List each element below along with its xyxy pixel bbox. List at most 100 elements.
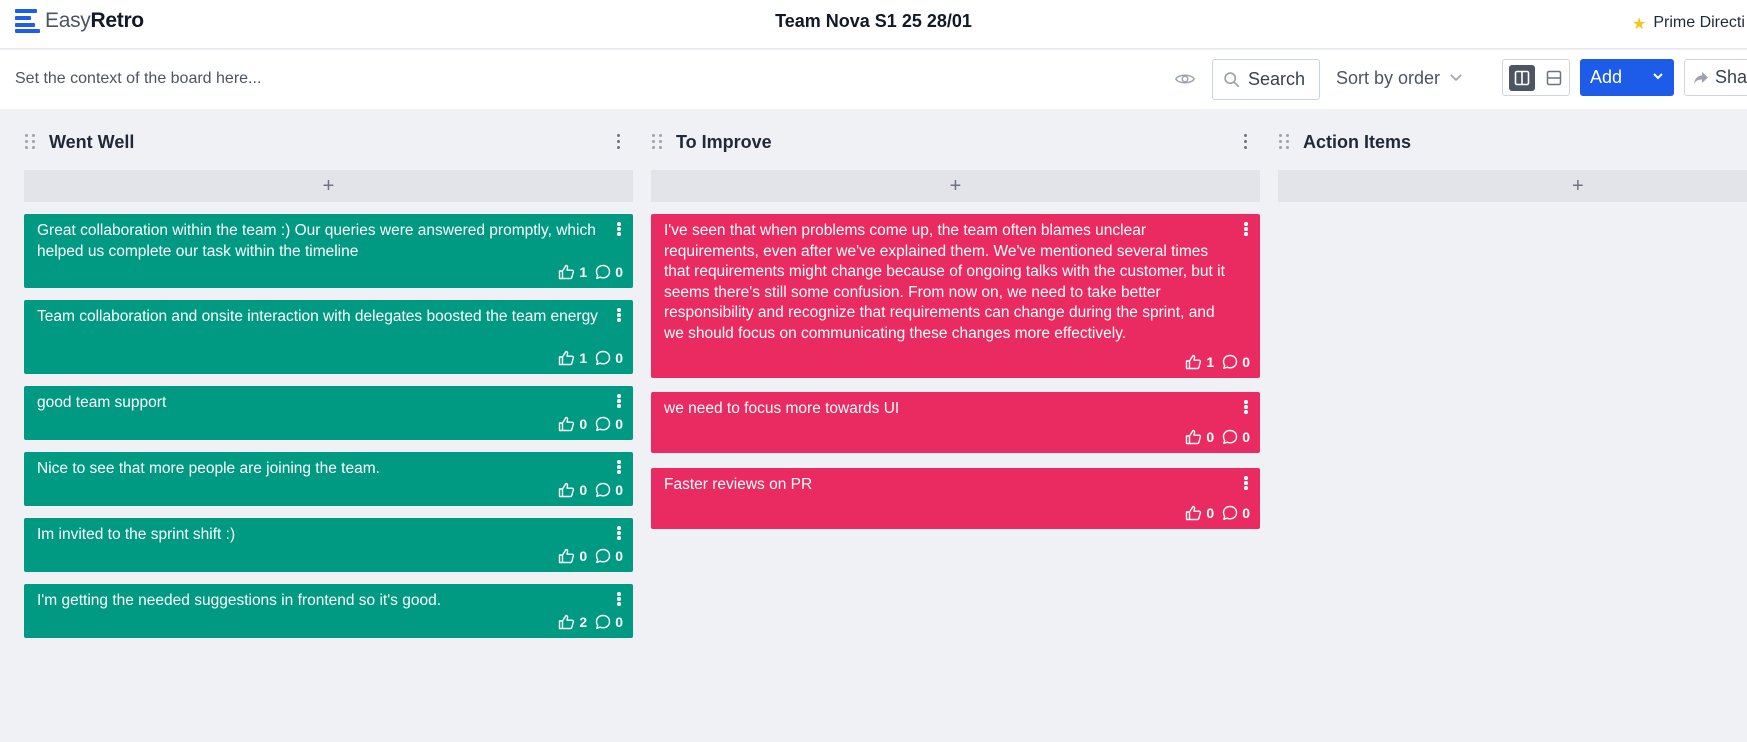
column-action-items: Action Items + [1276,118,1747,202]
board-context-input[interactable]: Set the context of the board here... [15,70,261,88]
like-count: 1 [1206,354,1215,370]
prime-directive-link[interactable]: ★ Prime Directi [1632,11,1745,34]
sort-dropdown[interactable]: Sort by order [1336,68,1462,89]
comment-icon[interactable] [595,482,611,498]
comment-icon[interactable] [1222,505,1238,521]
comment-count: 0 [1242,429,1250,445]
more-vertical-icon[interactable] [1244,400,1249,414]
star-icon: ★ [1632,16,1647,33]
comment-count: 0 [615,482,623,498]
card-footer: 1 0 [558,264,623,280]
card-footer: 1 0 [558,350,623,366]
like-count: 0 [579,482,588,498]
add-label: Add [1590,67,1623,87]
retro-card[interactable]: I've seen that when problems come up, th… [651,214,1260,378]
thumbs-up-icon[interactable] [558,548,575,564]
more-vertical-icon[interactable] [617,308,622,322]
more-vertical-icon[interactable] [617,526,622,540]
more-vertical-icon[interactable] [1243,134,1249,150]
comment-icon[interactable] [595,350,611,366]
retro-card[interactable]: Team collaboration and onsite interactio… [24,300,633,374]
more-vertical-icon[interactable] [1244,222,1249,236]
search-button[interactable]: Search [1212,59,1320,100]
comment-count: 0 [615,264,623,280]
card-text: good team support [37,394,167,411]
more-vertical-icon[interactable] [617,460,622,474]
column-title: Went Well [49,132,135,152]
like-count: 1 [579,264,588,280]
drag-handle-icon[interactable] [25,134,37,149]
eye-icon[interactable] [1174,68,1196,90]
retro-card[interactable]: Great collaboration within the team :) O… [24,214,633,288]
rows-icon [1546,70,1562,85]
thumbs-up-icon[interactable] [1185,354,1202,370]
thumbs-up-icon[interactable] [558,350,575,366]
card-footer: 0 0 [1185,505,1250,521]
view-toggle [1502,59,1570,96]
card-text: Faster reviews on PR [664,476,813,493]
column-to-improve: To Improve + I've seen that when problem… [649,118,1260,529]
like-count: 0 [579,416,588,432]
comment-icon[interactable] [595,416,611,432]
chevron-down-icon [1450,73,1462,81]
thumbs-up-icon[interactable] [558,416,575,432]
retro-card[interactable]: I'm getting the needed suggestions in fr… [24,584,633,638]
comment-icon[interactable] [1222,354,1238,370]
comment-icon[interactable] [595,264,611,280]
chevron-down-icon[interactable] [1652,70,1664,82]
card-footer: 2 0 [558,614,623,630]
comment-icon[interactable] [595,548,611,564]
thumbs-up-icon[interactable] [558,614,575,630]
add-button[interactable]: Add [1580,59,1674,96]
retro-card[interactable]: Im invited to the sprint shift :) 0 0 [24,518,633,572]
card-text: Great collaboration within the team :) O… [37,222,596,260]
comment-count: 0 [615,416,623,432]
more-vertical-icon[interactable] [617,592,622,606]
sort-label: Sort by order [1336,68,1441,88]
add-card-button[interactable]: + [1278,170,1747,202]
card-footer: 0 0 [1185,429,1250,445]
share-button[interactable]: Sha [1684,59,1747,96]
card-footer: 0 0 [558,548,623,564]
card-text: I've seen that when problems come up, th… [664,222,1225,342]
retro-card[interactable]: Nice to see that more people are joining… [24,452,633,506]
add-card-button[interactable]: + [24,170,633,202]
card-text: Team collaboration and onsite interactio… [37,308,598,325]
thumbs-up-icon[interactable] [558,482,575,498]
comment-count: 0 [1242,354,1250,370]
retro-card[interactable]: Faster reviews on PR 0 0 [651,468,1260,529]
comment-icon[interactable] [595,614,611,630]
retro-card[interactable]: we need to focus more towards UI 0 0 [651,392,1260,453]
add-card-button[interactable]: + [651,170,1260,202]
row-view-button[interactable] [1541,65,1567,91]
thumbs-up-icon[interactable] [1185,505,1202,521]
column-view-button[interactable] [1509,64,1535,91]
column-header: To Improve [649,118,1259,164]
card-footer: 0 0 [558,482,623,498]
share-icon [1694,71,1708,84]
like-count: 1 [579,350,588,366]
comment-count: 0 [1242,505,1250,521]
thumbs-up-icon[interactable] [1185,429,1202,445]
comment-count: 0 [615,614,623,630]
search-icon [1224,72,1240,88]
share-label: Sha [1715,67,1747,87]
top-bar: EasyRetro Team Nova S1 25 28/01 ★ Prime … [0,0,1747,49]
prime-directive-label: Prime Directi [1653,13,1745,31]
card-text: Im invited to the sprint shift :) [37,526,236,543]
more-vertical-icon[interactable] [1244,476,1249,490]
card-text: Nice to see that more people are joining… [37,460,380,477]
retro-card[interactable]: good team support 0 0 [24,386,633,440]
card-footer: 0 0 [558,416,623,432]
column-title: Action Items [1303,132,1412,152]
more-vertical-icon[interactable] [617,222,622,236]
like-count: 0 [1206,505,1215,521]
thumbs-up-icon[interactable] [558,264,575,280]
card-footer: 1 0 [1185,354,1250,370]
more-vertical-icon[interactable] [617,394,622,408]
search-label: Search [1248,69,1306,89]
more-vertical-icon[interactable] [616,134,622,150]
drag-handle-icon[interactable] [1279,134,1291,149]
drag-handle-icon[interactable] [652,134,664,149]
comment-icon[interactable] [1222,429,1238,445]
